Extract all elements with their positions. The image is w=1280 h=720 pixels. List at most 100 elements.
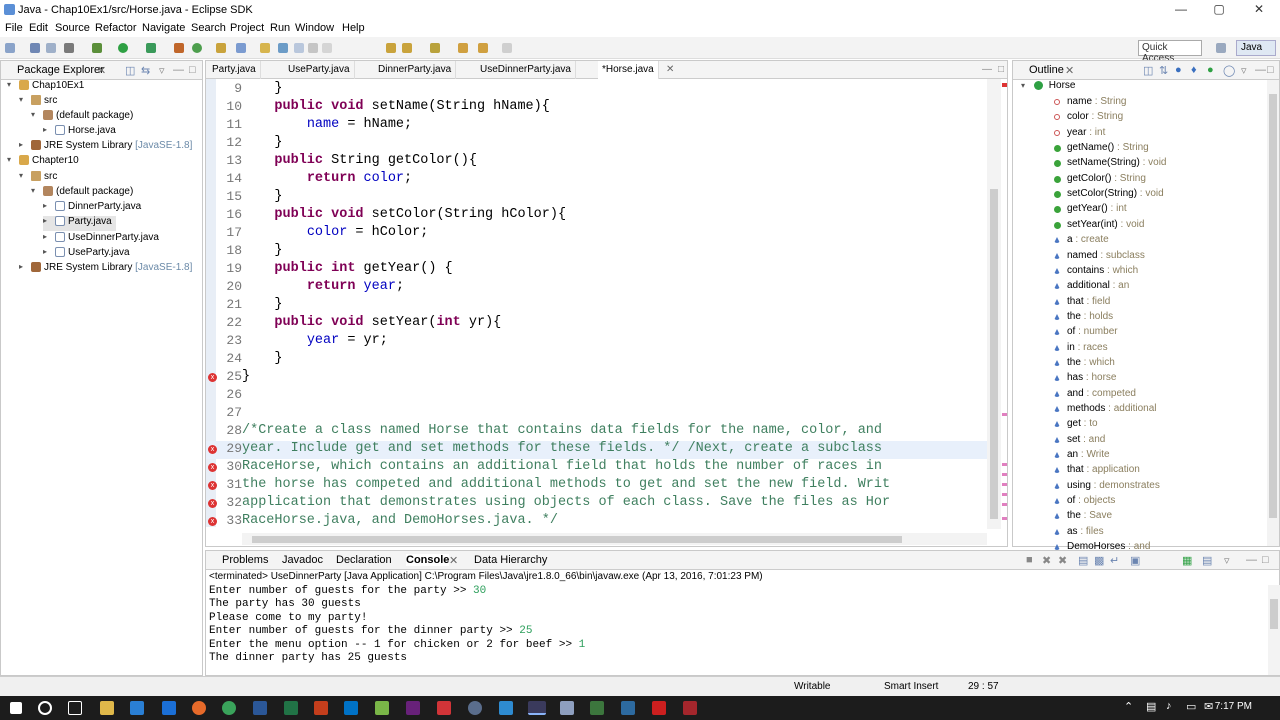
close-view-icon[interactable]: ✕ [97,64,106,77]
outline-member[interactable]: as : files [1054,526,1104,541]
open-console-icon[interactable]: ▤ [1202,554,1212,567]
outline-member[interactable]: the : which [1054,357,1115,372]
word-wrap-icon[interactable]: ↵ [1110,554,1119,567]
scrollbar-thumb[interactable] [990,189,998,519]
package-explorer-tab[interactable]: Package Explorer ✕ ◫ ⇆ ▿ — □ [1,61,202,80]
code-line[interactable]: 22 public void setYear(int yr){ [206,315,987,333]
volume-icon[interactable]: ♪ [1166,700,1172,712]
pin-editor-icon[interactable] [502,43,512,53]
block-selection-icon[interactable] [308,43,318,53]
scroll-lock-icon[interactable]: ▩ [1094,554,1104,567]
code-line[interactable]: 15 } [206,189,987,207]
acrobat-icon[interactable] [652,701,666,715]
tab-dinnerparty-java[interactable]: DinnerParty.java [374,61,457,79]
battery-icon[interactable]: ▭ [1186,700,1196,713]
code-line[interactable]: 13 public String getColor(){ [206,153,987,171]
show-whitespace-icon[interactable] [322,43,332,53]
code-line[interactable]: 26 [206,387,987,405]
outline-member[interactable]: getYear() : int [1054,203,1127,218]
code-line[interactable]: 12 } [206,135,987,153]
view-menu-icon[interactable]: ▿ [1241,64,1247,77]
code-line[interactable]: x 32 application that demonstrates using o… [206,495,987,513]
notepad-plus-icon[interactable] [375,701,389,715]
photoshop-icon[interactable] [621,701,635,715]
pin-console-icon[interactable]: ▣ [1130,554,1140,567]
console-scroll-thumb[interactable] [1270,599,1278,629]
outline-scroll-thumb[interactable] [1269,94,1277,518]
close-outline-icon[interactable]: ✕ [1065,64,1074,77]
minimize-view-icon[interactable]: — [173,64,184,76]
outline-member[interactable]: of : objects [1054,495,1115,510]
error-marker-icon[interactable]: x [208,373,217,382]
tree-item-default-package[interactable]: ▾ (default package) [31,110,133,125]
tab-usedinnerparty-java[interactable]: UseDinnerParty.java [476,61,576,79]
outline-member[interactable]: set : and [1054,434,1105,449]
maximize-editor-icon[interactable]: □ [994,61,1008,79]
toggle-mark-icon[interactable] [294,43,304,53]
outline-member[interactable]: setColor(String) : void [1054,188,1164,203]
hide-nonpublic-icon[interactable]: ● [1207,64,1214,76]
outline-member[interactable]: the : Save [1054,510,1112,525]
tree-item-horse-java[interactable]: ▸ Horse.java [43,125,116,140]
tree-item-src[interactable]: ▾ src [19,95,57,110]
dreamweaver-icon[interactable] [590,701,604,715]
code-line[interactable]: x 25} [206,369,987,387]
filezilla-icon[interactable] [437,701,451,715]
visual-studio-icon[interactable] [406,701,420,715]
outline-member[interactable]: color : String [1054,111,1123,126]
outline-tab[interactable]: Outline ✕ ◫ ⇅ ● ♦ ● ◯ ▿ — □ [1013,61,1279,80]
menu-file[interactable]: File [5,22,23,34]
code-line[interactable]: 28/*Create a class named Horse that cont… [206,423,987,441]
error-marker-icon[interactable]: x [208,463,217,472]
tree-item-usedinnerparty-java[interactable]: ▸ UseDinnerParty.java [43,232,159,247]
outline-member[interactable]: get : to [1054,418,1098,433]
outline-member[interactable]: getName() : String [1054,142,1149,157]
tab-declaration[interactable]: Declaration [336,554,392,566]
code-line[interactable]: 10 public void setName(String hName){ [206,99,987,117]
outline-member[interactable]: named : subclass [1054,250,1145,265]
tab-problems[interactable]: Problems [222,554,268,566]
outline-root-horse[interactable]: ▾ Horse [1021,80,1075,91]
code-line[interactable]: 27 [206,405,987,423]
tab-data-hierarchy[interactable]: Data Hierarchy [474,554,547,566]
remove-all-icon[interactable]: ✖ [1058,554,1067,567]
minimize-view-icon[interactable]: — [1255,64,1266,76]
code-line[interactable]: 16 public void setColor(String hColor){ [206,207,987,225]
outline-member[interactable]: that : field [1054,296,1110,311]
menu-search[interactable]: Search [191,22,226,34]
notifications-icon[interactable]: ✉ [1204,700,1213,713]
collapse-all-icon[interactable]: ◫ [125,64,135,77]
outline-member[interactable]: methods : additional [1054,403,1157,418]
outline-member[interactable]: contains : which [1054,265,1138,280]
back-icon[interactable] [458,43,468,53]
outline-member[interactable]: of : number [1054,326,1118,341]
tree-item-party-java[interactable]: ▸ Party.java [43,216,116,231]
menu-window[interactable]: Window [295,22,334,34]
tree-item-dinnerparty-java[interactable]: ▸ DinnerParty.java [43,201,141,216]
code-line[interactable]: x 29 year. Include get and set methods for… [206,441,987,459]
menu-source[interactable]: Source [55,22,90,34]
java-perspective-button[interactable]: Java [1236,40,1276,56]
close-tab-icon[interactable]: ✕ [662,61,678,79]
tab-party-java[interactable]: Party.java [208,61,261,79]
close-window-button[interactable]: ✕ [1244,2,1274,18]
tree-item-useparty-java[interactable]: ▸ UseParty.java [43,247,130,262]
vertical-scrollbar[interactable] [987,79,1001,529]
remove-launch-icon[interactable]: ✖ [1042,554,1051,567]
menu-help[interactable]: Help [342,22,365,34]
console-scrollbar[interactable] [1268,585,1280,675]
forward-icon[interactable] [478,43,488,53]
windows-start-icon[interactable] [10,702,22,714]
coverage-icon[interactable] [146,43,156,53]
word-icon[interactable] [253,701,267,715]
open-perspective-icon[interactable] [1216,43,1226,53]
menu-edit[interactable]: Edit [29,22,48,34]
new-class-icon[interactable] [236,43,246,53]
menu-run[interactable]: Run [270,22,290,34]
code-line[interactable]: 23 year = yr; [206,333,987,351]
outline-scrollbar[interactable] [1267,80,1279,546]
clear-console-icon[interactable]: ▤ [1078,554,1088,567]
taskbar-clock[interactable]: 7:17 PM [1215,701,1252,712]
outline-member[interactable]: has : horse [1054,372,1116,387]
edge-icon[interactable] [130,701,144,715]
